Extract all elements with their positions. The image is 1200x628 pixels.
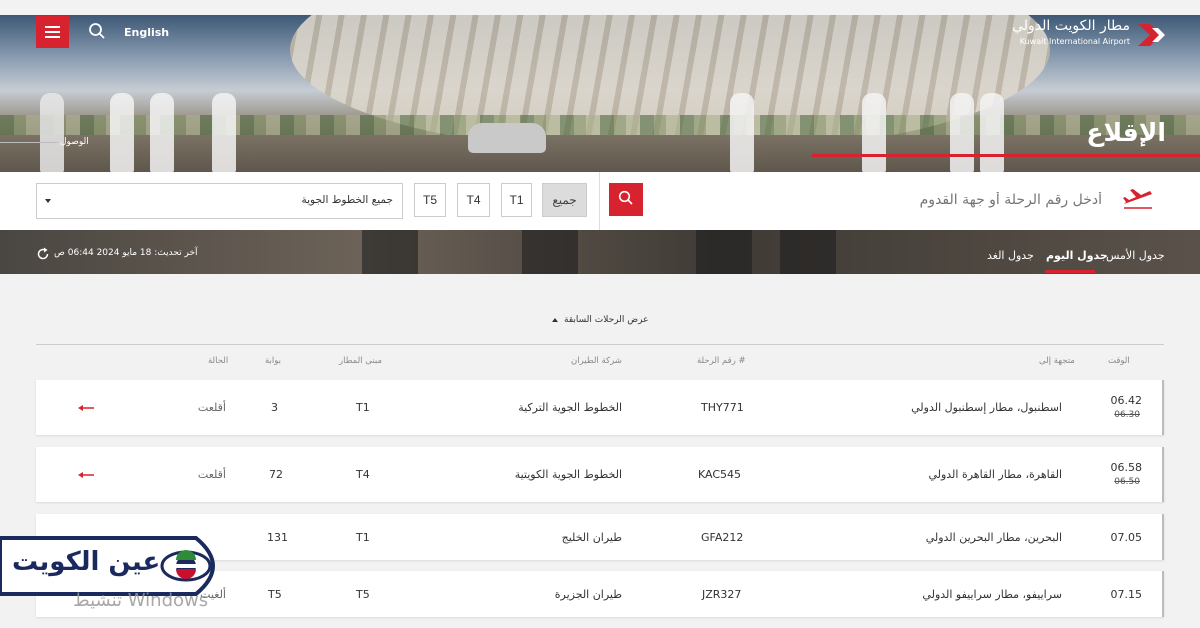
brand-text: عين الكويت bbox=[12, 547, 161, 577]
plane-departure-icon bbox=[1123, 189, 1152, 209]
person-image bbox=[40, 93, 64, 172]
airport-logo[interactable]: مطار الكويت الدولي Kuwait International … bbox=[998, 18, 1168, 52]
flight-number: GFA212 bbox=[701, 531, 744, 544]
airline-select-value: جميع الخطوط الجوية bbox=[301, 194, 393, 206]
flight-number: JZR327 bbox=[702, 588, 742, 601]
table-header-divider bbox=[36, 344, 1164, 345]
language-link[interactable]: English bbox=[124, 26, 169, 39]
column-header-destination: متجهة إلى bbox=[1039, 356, 1075, 366]
column-header-time: الوقت bbox=[1108, 356, 1130, 366]
show-previous-flights-link[interactable]: عرض الرحلات السابقة bbox=[552, 315, 648, 325]
flight-gate: 3 bbox=[271, 401, 278, 414]
windows-watermark: تنشيط Windows bbox=[73, 590, 209, 611]
column-header-airline: شركة الطيران bbox=[571, 356, 622, 366]
table-row[interactable]: 06.58 06.50 القاهرة، مطار القاهرة الدولي… bbox=[36, 447, 1164, 502]
flight-terminal: T1 bbox=[356, 531, 370, 544]
arrow-left-icon[interactable] bbox=[78, 404, 94, 412]
flight-terminal: T5 bbox=[356, 588, 370, 601]
arrow-left-icon[interactable] bbox=[78, 471, 94, 479]
flight-destination: القاهرة، مطار القاهرة الدولي bbox=[928, 468, 1062, 481]
active-tab-indicator bbox=[1045, 270, 1095, 273]
flight-time: 06.58 bbox=[1110, 461, 1143, 474]
menu-button[interactable] bbox=[36, 16, 69, 48]
tab-tomorrow[interactable]: جدول الغد bbox=[987, 249, 1034, 262]
person-image bbox=[950, 93, 974, 172]
person-image bbox=[212, 93, 236, 172]
terminal-filter-t4[interactable]: T4 bbox=[457, 183, 490, 217]
flight-status: أقلعت bbox=[197, 401, 226, 414]
page: English مطار الكويت الدولي Kuwait Intern… bbox=[0, 0, 1200, 628]
pillar-image bbox=[696, 230, 752, 274]
flight-destination: سراييفو، مطار سراييفو الدولي bbox=[922, 588, 1062, 601]
flight-search-input[interactable] bbox=[662, 182, 1102, 218]
table-row[interactable]: 06.42 06.30 اسطنبول، مطار إسطنبول الدولي… bbox=[36, 380, 1164, 435]
column-header-terminal: مبنى المطار bbox=[339, 356, 383, 366]
search-icon bbox=[618, 190, 633, 205]
column-header-flight: رقم الرحلة # bbox=[697, 356, 746, 366]
flight-gate: 131 bbox=[267, 531, 288, 544]
flight-airline: طيران الجزيرة bbox=[554, 588, 622, 601]
terminal-filter-all[interactable]: جميع bbox=[542, 183, 587, 217]
airport-logo-icon bbox=[1138, 24, 1165, 46]
pillar-image bbox=[522, 230, 578, 274]
search-icon[interactable] bbox=[88, 22, 106, 40]
column-header-gate: بوابة bbox=[265, 356, 282, 366]
column-header-status: الحالة bbox=[208, 356, 229, 366]
flight-airline: الخطوط الجوية التركية bbox=[518, 401, 622, 414]
flight-time: 07.15 bbox=[1110, 588, 1143, 601]
scheduled-time: 06.50 bbox=[1114, 477, 1140, 487]
flight-number: KAC545 bbox=[698, 468, 742, 481]
panel-divider bbox=[599, 172, 600, 230]
flight-time: 06.42 bbox=[1110, 394, 1143, 407]
arrivals-divider bbox=[0, 142, 58, 143]
flight-destination: البحرين، مطار البحرين الدولي bbox=[925, 531, 1062, 544]
tab-yesterday[interactable]: جدول الأمس bbox=[1106, 249, 1165, 262]
arrivals-link[interactable]: الوصول bbox=[60, 137, 89, 147]
pillar-image bbox=[362, 230, 418, 274]
flight-terminal: T1 bbox=[356, 401, 370, 414]
last-updated-text: آخر تحديث: 18 مايو 2024 06:44 ص bbox=[54, 248, 198, 258]
person-image bbox=[862, 93, 886, 172]
page-title: الإقلاع bbox=[1086, 118, 1166, 147]
chevron-up-icon bbox=[552, 318, 558, 322]
logo-arabic-text: مطار الكويت الدولي bbox=[1012, 18, 1130, 34]
tab-today[interactable]: جدول اليوم bbox=[1046, 249, 1108, 262]
person-image bbox=[150, 93, 174, 172]
flight-terminal: T4 bbox=[356, 468, 370, 481]
flight-airline: طيران الخليج bbox=[561, 531, 622, 544]
flight-gate: T5 bbox=[268, 588, 282, 601]
pillar-image bbox=[780, 230, 836, 274]
terminal-filter-t5[interactable]: T5 bbox=[414, 183, 446, 217]
person-image bbox=[730, 93, 754, 172]
person-image bbox=[110, 93, 134, 172]
flight-number: THY771 bbox=[701, 401, 744, 414]
person-image bbox=[980, 93, 1004, 172]
title-underline bbox=[812, 154, 1200, 157]
scheduled-time: 06.30 bbox=[1114, 410, 1140, 420]
flight-airline: الخطوط الجوية الكويتية bbox=[514, 468, 622, 481]
flight-gate: 72 bbox=[269, 468, 283, 481]
search-button[interactable] bbox=[609, 183, 643, 216]
chevron-down-icon bbox=[45, 199, 51, 203]
flight-status: أقلعت bbox=[197, 468, 226, 481]
flight-time: 07.05 bbox=[1110, 531, 1143, 544]
logo-english-text: Kuwait International Airport bbox=[1019, 37, 1130, 46]
show-previous-label: عرض الرحلات السابقة bbox=[564, 315, 649, 325]
refresh-icon[interactable] bbox=[36, 247, 50, 261]
flight-destination: اسطنبول، مطار إسطنبول الدولي bbox=[911, 401, 1062, 414]
car-image bbox=[468, 123, 546, 153]
airline-select[interactable]: جميع الخطوط الجوية bbox=[36, 183, 403, 219]
terminal-filter-t1[interactable]: T1 bbox=[501, 183, 532, 217]
